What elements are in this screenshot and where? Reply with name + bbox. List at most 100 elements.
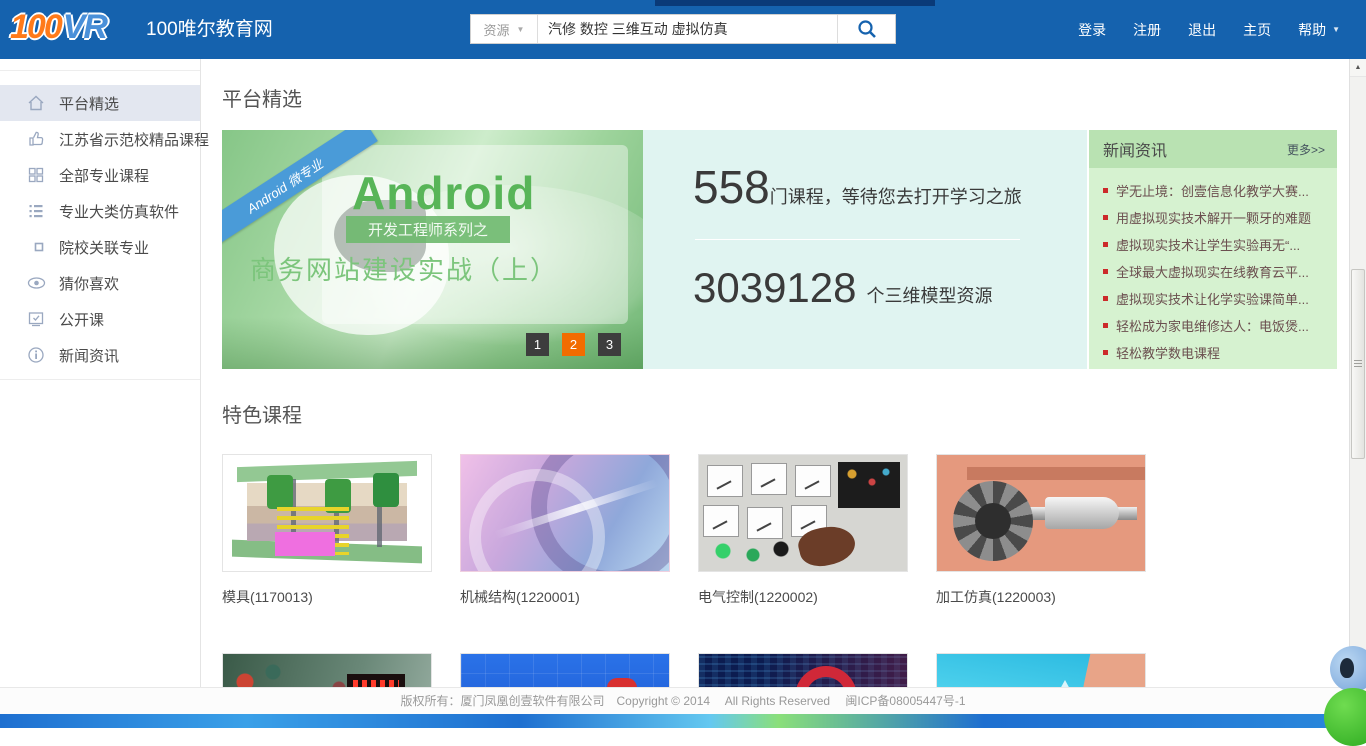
stat-models: 3039128 个三维模型资源	[693, 264, 1087, 312]
stat-courses-label: 门课程，等待您去打开学习之旅	[770, 183, 1022, 209]
nav-help[interactable]: 帮助▼	[1298, 20, 1340, 40]
search-icon	[857, 19, 877, 39]
course-card	[222, 653, 432, 687]
course-image-finance[interactable]	[936, 653, 1146, 687]
sidebar-item-guess-you-like[interactable]: 猜你喜欢	[0, 265, 200, 301]
info-icon	[26, 346, 46, 364]
site-logo[interactable]: 100VR	[10, 8, 106, 47]
logo-100: 100	[10, 8, 61, 46]
news-item[interactable]: 用虚拟现实技术解开一颗牙的难题	[1103, 204, 1329, 231]
carousel-big-word: Android	[352, 166, 535, 220]
art-layer	[953, 481, 1033, 561]
news-title: 新闻资讯	[1103, 137, 1167, 161]
nav-home-label: 主页	[1243, 20, 1271, 40]
course-image-security[interactable]	[698, 653, 908, 687]
scroll-up-button[interactable]: ▲	[1350, 59, 1366, 77]
art-layer	[267, 475, 293, 509]
sidebar-item-jiangsu-courses[interactable]: 江苏省示范校精品课程	[0, 121, 200, 157]
sidebar-item-label: 公开课	[59, 309, 104, 330]
news-item[interactable]: 虚拟现实技术让化学实验课简单...	[1103, 285, 1329, 312]
carousel-page-1[interactable]: 1	[526, 333, 549, 356]
news-item[interactable]: 轻松成为家电维修达人：电饭煲...	[1103, 312, 1329, 339]
course-cards-row2	[222, 653, 1349, 687]
news-item-text: 全球最大虚拟现实在线教育云平...	[1116, 262, 1309, 281]
course-card-electrical: 电气控制(1220002)	[698, 454, 908, 607]
art-layer	[703, 505, 739, 537]
nav-home[interactable]: 主页	[1243, 20, 1271, 40]
footer: 版权所有：厦门凤凰创壹软件有限公司 Copyright © 2014 All R…	[0, 687, 1366, 714]
news-list: 学无止境：创壹信息化教学大赛... 用虚拟现实技术解开一颗牙的难题 虚拟现实技术…	[1089, 168, 1337, 366]
course-label[interactable]: 加工仿真(1220003)	[936, 587, 1146, 607]
search-bar: 资源 ▼	[470, 14, 896, 44]
sidebar-item-college-majors[interactable]: 院校关联专业	[0, 229, 200, 265]
nav-logout[interactable]: 退出	[1188, 20, 1216, 40]
sidebar-item-all-courses[interactable]: 全部专业课程	[0, 157, 200, 193]
art-layer	[795, 465, 831, 497]
news-item-text: 轻松成为家电维修达人：电饭煲...	[1116, 316, 1309, 335]
course-card	[460, 653, 670, 687]
news-header: 新闻资讯 更多>>	[1089, 130, 1337, 168]
sidebar-item-platform-featured[interactable]: 平台精选	[0, 85, 200, 121]
sidebar-menu: 平台精选 江苏省示范校精品课程 全部专业课程 专业大类仿真软件 院校关联专业 猜…	[0, 70, 200, 380]
carousel-banner[interactable]: Android 微专业 Android 开发工程师系列之 商务网站建设实战（上）…	[222, 130, 643, 369]
open-course-icon	[26, 310, 46, 328]
carousel-page-3[interactable]: 3	[598, 333, 621, 356]
art-layer	[967, 467, 1145, 480]
vertical-scrollbar[interactable]: ▲	[1349, 59, 1366, 728]
course-label[interactable]: 模具(1170013)	[222, 587, 432, 607]
news-item[interactable]: 虚拟现实技术让学生实验再无“...	[1103, 231, 1329, 258]
home-icon	[26, 94, 46, 112]
bullet-icon	[1103, 296, 1108, 301]
carousel-caption: 商务网站建设实战（上）	[250, 250, 558, 287]
course-image-electrical[interactable]	[698, 454, 908, 572]
course-label[interactable]: 电气控制(1220002)	[698, 587, 908, 607]
search-button[interactable]	[837, 15, 895, 43]
top-dark-strip	[655, 0, 935, 6]
thumbs-up-icon	[26, 130, 46, 148]
search-input[interactable]	[538, 15, 837, 43]
carousel-page-2-active[interactable]: 2	[562, 333, 585, 356]
news-more-link[interactable]: 更多>>	[1287, 141, 1325, 158]
course-image-auto-repair[interactable]	[460, 653, 670, 687]
news-item[interactable]: 全球最大虚拟现实在线教育云平...	[1103, 258, 1329, 285]
art-layer	[347, 674, 405, 687]
nav-login[interactable]: 登录	[1078, 20, 1106, 40]
chevron-down-icon: ▼	[517, 25, 525, 34]
art-layer	[1045, 497, 1119, 529]
course-image-mold[interactable]	[222, 454, 432, 572]
sidebar-item-simulation-software[interactable]: 专业大类仿真软件	[0, 193, 200, 229]
news-panel: 新闻资讯 更多>> 学无止境：创壹信息化教学大赛... 用虚拟现实技术解开一颗牙…	[1089, 130, 1337, 369]
sidebar-item-news[interactable]: 新闻资讯	[0, 337, 200, 373]
course-card-mold: 模具(1170013)	[222, 454, 432, 607]
stat-models-number: 3039128	[693, 264, 857, 312]
stats-divider	[695, 239, 1020, 240]
scrollbar-thumb[interactable]	[1351, 269, 1365, 459]
search-category-dropdown[interactable]: 资源 ▼	[471, 15, 538, 43]
news-item[interactable]: 学无止境：创壹信息化教学大赛...	[1103, 177, 1329, 204]
news-item[interactable]: 轻松教学数电课程	[1103, 339, 1329, 366]
course-cards-row1: 模具(1170013) 机械结构(1220001) 电气控制(1	[222, 454, 1349, 607]
stats-panel: 558 门课程，等待您去打开学习之旅 3039128 个三维模型资源	[643, 130, 1087, 369]
stat-courses-number: 558	[693, 160, 770, 214]
nav-register-label: 注册	[1133, 20, 1161, 40]
sidebar: 平台精选 江苏省示范校精品课程 全部专业课程 专业大类仿真软件 院校关联专业 猜…	[0, 59, 201, 687]
list-icon	[26, 202, 46, 220]
sidebar-item-label: 平台精选	[59, 93, 119, 114]
course-image-mechanical[interactable]	[460, 454, 670, 572]
sidebar-item-open-course[interactable]: 公开课	[0, 301, 200, 337]
grid-icon	[26, 166, 46, 184]
course-card	[698, 653, 908, 687]
top-nav: 登录 注册 退出 主页 帮助▼	[1078, 0, 1340, 59]
nav-register[interactable]: 注册	[1133, 20, 1161, 40]
news-item-text: 学无止境：创壹信息化教学大赛...	[1116, 181, 1309, 200]
site-title: 100唯尔教育网	[146, 0, 273, 59]
nav-help-label: 帮助	[1298, 20, 1326, 40]
course-label[interactable]: 机械结构(1220001)	[460, 587, 670, 607]
sidebar-item-label: 猜你喜欢	[59, 273, 119, 294]
section-title-platform-featured: 平台精选	[222, 83, 1349, 112]
course-image-buttons-panel[interactable]	[222, 653, 432, 687]
news-item-text: 用虚拟现实技术解开一颗牙的难题	[1116, 208, 1311, 227]
main-content: 平台精选 Android 微专业 Android 开发工程师系列之 商务网站建设…	[202, 59, 1349, 687]
course-image-machining[interactable]	[936, 454, 1146, 572]
featured-row: Android 微专业 Android 开发工程师系列之 商务网站建设实战（上）…	[222, 130, 1349, 369]
